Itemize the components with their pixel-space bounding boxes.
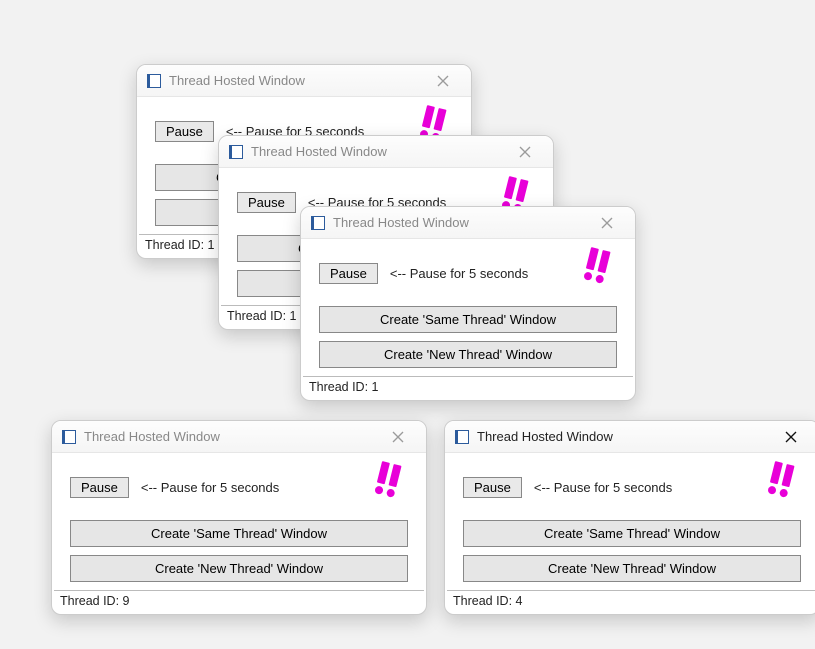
close-icon <box>519 146 531 158</box>
pause-button[interactable]: Pause <box>319 263 378 284</box>
close-button[interactable] <box>505 140 545 164</box>
pause-hint: <-- Pause for 5 seconds <box>534 480 672 495</box>
create-same-thread-button[interactable]: Create 'Same Thread' Window <box>319 306 617 333</box>
close-button[interactable] <box>378 425 418 449</box>
thread-id-status: Thread ID: 4 <box>447 590 815 612</box>
create-new-thread-button[interactable]: Create 'New Thread' Window <box>70 555 408 582</box>
app-icon <box>62 430 76 444</box>
client-area: Pause <-- Pause for 5 seconds Create 'Same… <box>52 453 426 582</box>
pause-row: Pause <-- Pause for 5 seconds <box>463 477 801 498</box>
titlebar[interactable]: Thread Hosted Window <box>301 207 635 239</box>
window-title: Thread Hosted Window <box>333 215 587 230</box>
pause-button[interactable]: Pause <box>155 121 214 142</box>
create-new-thread-button[interactable]: Create 'New Thread' Window <box>319 341 617 368</box>
thread-id-status: Thread ID: 1 <box>303 376 633 398</box>
window-title: Thread Hosted Window <box>477 429 771 444</box>
close-button[interactable] <box>771 425 811 449</box>
client-area: Pause <-- Pause for 5 seconds Create 'Same… <box>301 239 635 368</box>
window-title: Thread Hosted Window <box>84 429 378 444</box>
close-button[interactable] <box>423 69 463 93</box>
window-title: Thread Hosted Window <box>251 144 505 159</box>
thread-id-label: Thread ID: 1 <box>309 380 378 394</box>
app-window[interactable]: Thread Hosted Window Pause <-- Pause for 5… <box>300 206 636 401</box>
create-same-thread-button[interactable]: Create 'Same Thread' Window <box>70 520 408 547</box>
titlebar[interactable]: Thread Hosted Window <box>137 65 471 97</box>
create-new-thread-button[interactable]: Create 'New Thread' Window <box>463 555 801 582</box>
pause-hint: <-- Pause for 5 seconds <box>390 266 528 281</box>
close-icon <box>437 75 449 87</box>
pause-button[interactable]: Pause <box>70 477 129 498</box>
logo-icon <box>368 459 408 499</box>
thread-id-status: Thread ID: 9 <box>54 590 424 612</box>
app-window[interactable]: Thread Hosted Window Pause <-- Pause for 5… <box>444 420 815 615</box>
close-button[interactable] <box>587 211 627 235</box>
close-icon <box>392 431 404 443</box>
close-icon <box>785 431 797 443</box>
window-title: Thread Hosted Window <box>169 73 423 88</box>
app-icon <box>311 216 325 230</box>
app-window[interactable]: Thread Hosted Window Pause <-- Pause for 5… <box>51 420 427 615</box>
thread-id-label: Thread ID: 1 <box>227 309 296 323</box>
logo-icon <box>577 245 617 285</box>
app-icon <box>455 430 469 444</box>
app-icon <box>229 145 243 159</box>
titlebar[interactable]: Thread Hosted Window <box>219 136 553 168</box>
pause-hint: <-- Pause for 5 seconds <box>141 480 279 495</box>
create-same-thread-button[interactable]: Create 'Same Thread' Window <box>463 520 801 547</box>
thread-id-label: Thread ID: 4 <box>453 594 522 608</box>
thread-id-label: Thread ID: 1 <box>145 238 214 252</box>
pause-button[interactable]: Pause <box>463 477 522 498</box>
titlebar[interactable]: Thread Hosted Window <box>52 421 426 453</box>
client-area: Pause <-- Pause for 5 seconds Create 'Same… <box>445 453 815 582</box>
thread-id-label: Thread ID: 9 <box>60 594 129 608</box>
close-icon <box>601 217 613 229</box>
pause-row: Pause <-- Pause for 5 seconds <box>70 477 408 498</box>
pause-row: Pause <-- Pause for 5 seconds <box>319 263 617 284</box>
app-icon <box>147 74 161 88</box>
pause-button[interactable]: Pause <box>237 192 296 213</box>
titlebar[interactable]: Thread Hosted Window <box>445 421 815 453</box>
logo-icon <box>761 459 801 499</box>
